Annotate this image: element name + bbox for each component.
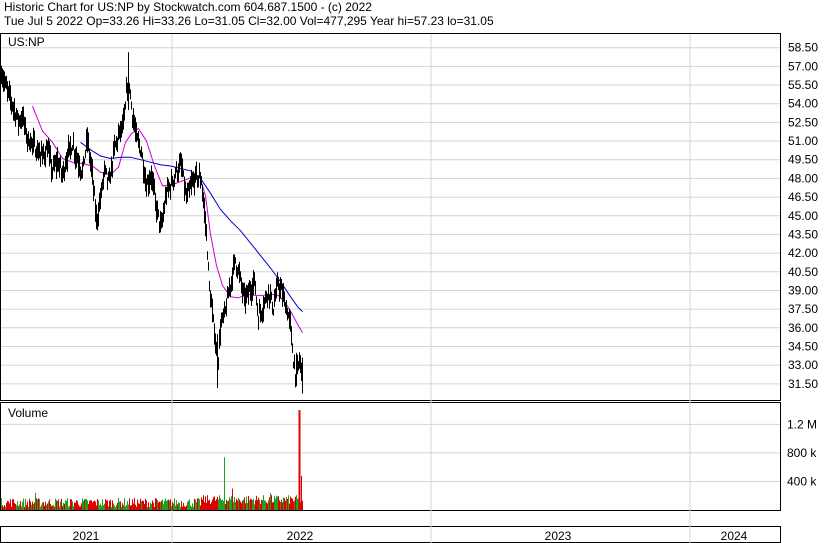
- volume-tick-label: 400 k: [787, 474, 817, 488]
- volume-tick-label: 800 k: [787, 446, 817, 460]
- price-tick-label: 42.00: [788, 246, 818, 260]
- year-label: 2023: [545, 529, 572, 543]
- symbol-label: US:NP: [8, 35, 45, 49]
- price-tick-label: 45.00: [788, 209, 818, 223]
- price-tick-label: 43.50: [788, 227, 818, 241]
- volume-bars: [1, 410, 303, 510]
- price-tick-label: 34.50: [788, 339, 818, 353]
- year-label: 2021: [73, 529, 100, 543]
- price-tick-label: 37.50: [788, 302, 818, 316]
- volume-label: Volume: [8, 406, 48, 420]
- price-tick-label: 46.50: [788, 190, 818, 204]
- price-tick-label: 33.00: [788, 358, 818, 372]
- year-label: 2022: [287, 529, 314, 543]
- price-tick-label: 40.50: [788, 265, 818, 279]
- price-tick-label: 58.50: [788, 41, 818, 55]
- price-tick-label: 52.50: [788, 115, 818, 129]
- price-tick-label: 48.00: [788, 171, 818, 185]
- year-label: 2024: [721, 529, 748, 543]
- price-tick-label: 36.00: [788, 321, 818, 335]
- price-axis: 58.50 57.00 55.50 54.00 52.50 51.00 49.50 48.00…: [788, 41, 818, 391]
- price-tick-label: 54.00: [788, 97, 818, 111]
- moving-average-line: [80, 141, 303, 312]
- x-axis-frame: [0, 526, 781, 543]
- price-tick-label: 55.50: [788, 78, 818, 92]
- price-tick-label: 49.50: [788, 153, 818, 167]
- price-tick-label: 39.00: [788, 283, 818, 297]
- price-tick-label: 57.00: [788, 59, 818, 73]
- price-tick-label: 31.50: [788, 377, 818, 391]
- volume-axis: 1.2 M 800 k 400 k: [787, 417, 817, 488]
- volume-tick-label: 1.2 M: [787, 417, 817, 431]
- volume-panel-frame: [0, 402, 781, 511]
- year-axis: 2021 2022 2023 2024: [73, 529, 748, 543]
- price-panel-frame: [0, 33, 781, 401]
- stock-chart: 58.50 57.00 55.50 54.00 52.50 51.00 49.50 48.00…: [0, 33, 818, 543]
- grid-lines: [1, 34, 780, 543]
- price-tick-label: 51.00: [788, 134, 818, 148]
